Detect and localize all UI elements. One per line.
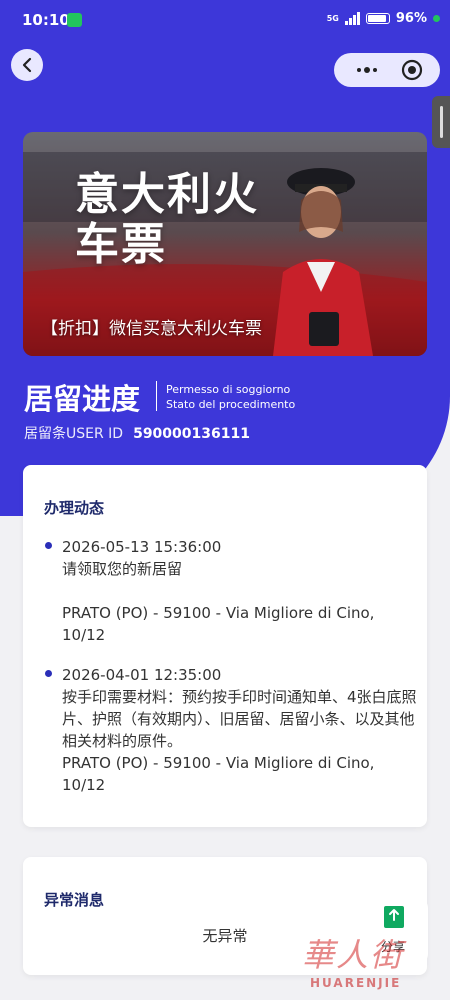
signal-icon	[344, 12, 360, 25]
page-title: 居留进度	[24, 382, 141, 416]
event-time: 2026-05-13 15:36:00	[62, 538, 222, 556]
site-watermark: 華人街 HUARENJIE	[300, 930, 450, 1000]
event-message: 请领取您的新居留	[62, 560, 183, 578]
event-address: PRATO (PO) - 59100 - Via Migliore di Cin…	[62, 754, 375, 794]
side-drawer-handle[interactable]	[432, 96, 450, 148]
status-right: 5G 96%	[327, 11, 440, 26]
promo-banner[interactable]: 意大利火车票 【折扣】微信买意大利火车票	[23, 132, 427, 356]
status-bar: 10:10 5G 96%	[0, 0, 450, 42]
progress-card-title: 办理动态	[44, 499, 105, 517]
banner-title: 意大利火车票	[75, 169, 259, 270]
subtitle-line-1: Permesso di soggiorno	[166, 383, 291, 396]
progress-card: 办理动态 2026-05-13 15:36:00 请领取您的新居留 PRATO …	[23, 465, 427, 827]
event-time: 2026-04-01 12:35:00	[62, 666, 222, 684]
title-divider	[156, 381, 157, 411]
share-icon	[384, 906, 404, 928]
user-id-label: 居留条USER ID	[24, 426, 124, 442]
user-id-value: 590000136111	[133, 426, 250, 442]
chevron-left-icon	[22, 57, 32, 73]
subtitle-line-2: Stato del procedimento	[166, 398, 296, 411]
anomaly-card-title: 异常消息	[44, 891, 105, 909]
more-options-button[interactable]	[351, 63, 383, 77]
event-message: 按手印需要材料：预约按手印时间通知单、4张白底照片、护照（有效期内）、旧居留、居…	[62, 688, 417, 750]
back-button[interactable]	[11, 49, 43, 81]
privacy-dot-icon	[433, 15, 440, 22]
timeline-bullet-icon	[45, 542, 52, 549]
miniprogram-capsule	[334, 53, 440, 87]
timeline-bullet-icon	[45, 670, 52, 677]
close-miniprogram-button[interactable]	[401, 59, 423, 81]
target-close-icon	[401, 59, 423, 81]
event-address: PRATO (PO) - 59100 - Via Migliore di Cin…	[62, 604, 375, 644]
wechat-notification-icon	[67, 13, 82, 27]
battery-level: 96%	[395, 11, 427, 26]
battery-icon	[365, 13, 390, 24]
status-time: 10:10	[22, 11, 70, 29]
watermark-text: HUARENJIE	[310, 976, 402, 990]
more-dots-icon	[357, 67, 377, 73]
network-type: 5G	[326, 13, 339, 23]
banner-caption: 【折扣】微信买意大利火车票	[41, 319, 262, 339]
page-subtitle: Permesso di soggiorno Stato del procedim…	[166, 382, 295, 412]
watermark-logo: 華人街	[302, 936, 405, 974]
user-id-row: 居留条USER ID 590000136111	[24, 423, 250, 443]
